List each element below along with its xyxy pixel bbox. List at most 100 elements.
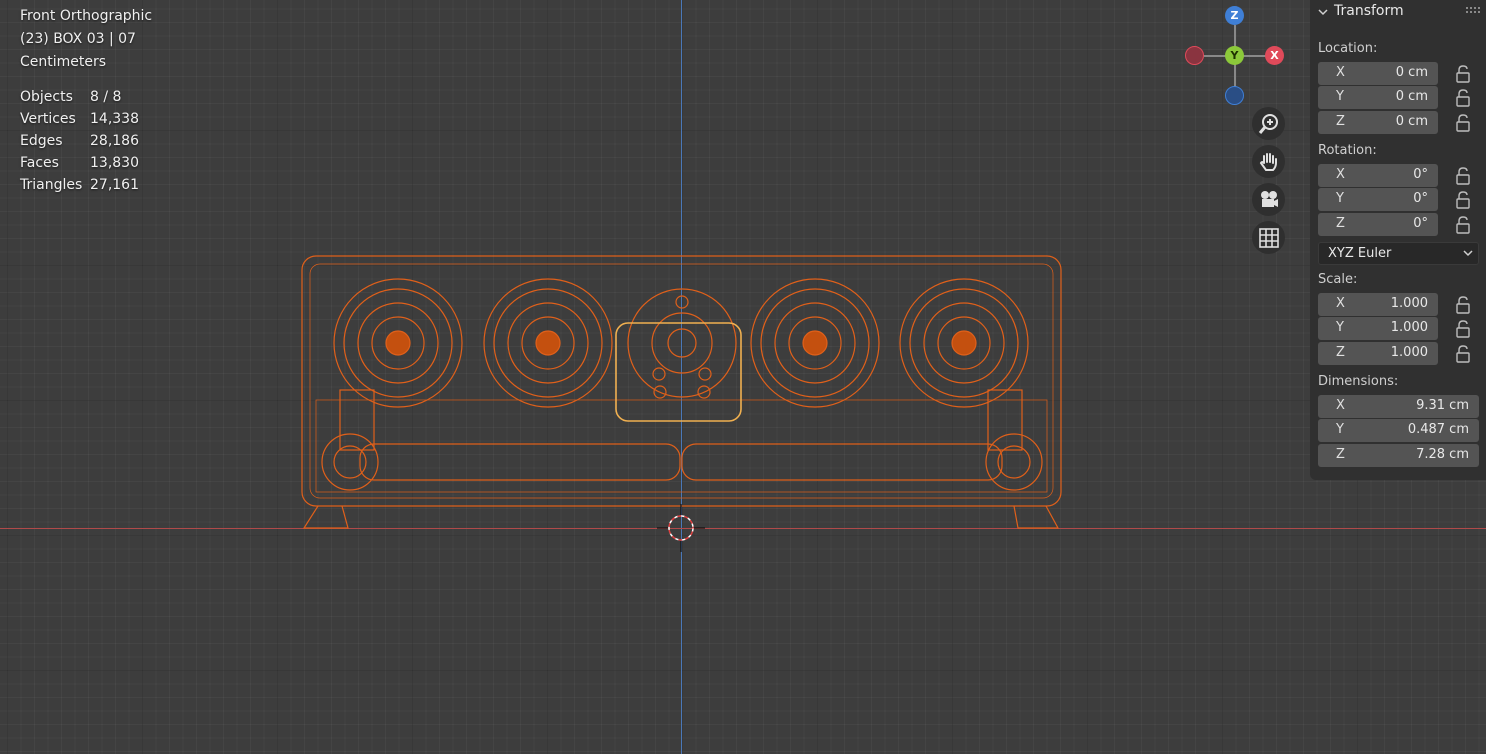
location-z-field[interactable]: Z 0 cm	[1318, 111, 1438, 134]
scale-x-field[interactable]: X 1.000	[1318, 293, 1438, 316]
field-value: 0°	[1413, 216, 1428, 231]
left-pipe-end-inner	[333, 445, 367, 479]
field-axis: Z	[1336, 114, 1345, 129]
rotation-mode-value: XYZ Euler	[1328, 246, 1392, 261]
field-value: 1.000	[1390, 320, 1428, 335]
lock-icon[interactable]	[1454, 190, 1474, 210]
lock-icon[interactable]	[1454, 88, 1474, 108]
rotation-y-field[interactable]: Y 0°	[1318, 188, 1438, 211]
location-x-field[interactable]: X 0 cm	[1318, 62, 1438, 85]
stat-value: 28,186	[90, 133, 139, 149]
field-axis: X	[1336, 398, 1345, 413]
lock-icon[interactable]	[1454, 295, 1474, 315]
transform-sidebar: Transform Location: X 0 cm Y 0 cm Z 0 cm Ro…	[1310, 0, 1486, 480]
field-axis: X	[1336, 65, 1345, 80]
viewport-info: Front Orthographic (23) BOX 03 | 07 Cent…	[20, 5, 152, 74]
rotation-label: Rotation:	[1318, 143, 1377, 158]
dimension-z-field[interactable]: Z 7.28 cm	[1318, 444, 1479, 467]
scale-y-field[interactable]: Y 1.000	[1318, 317, 1438, 340]
chevron-down-icon	[1318, 9, 1328, 16]
rotation-z-field[interactable]: Z 0°	[1318, 213, 1438, 236]
lock-icon[interactable]	[1454, 113, 1474, 133]
right-pipe-end-inner	[997, 445, 1031, 479]
left-pipe	[359, 443, 681, 481]
rotation-mode-select[interactable]: XYZ Euler	[1318, 242, 1479, 265]
stat-row: Triangles 27,161	[20, 174, 139, 196]
field-value: 0.487 cm	[1407, 422, 1469, 437]
lock-icon[interactable]	[1454, 166, 1474, 186]
speaker-1	[333, 278, 463, 408]
selected-panel	[615, 322, 742, 422]
left-pipe-end	[321, 433, 379, 491]
gizmo-y-axis[interactable]: Y	[1225, 46, 1244, 65]
gizmo-z-axis[interactable]: Z	[1225, 6, 1244, 25]
ortho-toggle-button[interactable]	[1252, 221, 1285, 254]
field-axis: Y	[1336, 191, 1344, 206]
field-value: 0°	[1413, 167, 1428, 182]
camera-view-button[interactable]	[1252, 183, 1285, 216]
location-y-field[interactable]: Y 0 cm	[1318, 86, 1438, 109]
stat-value: 14,338	[90, 111, 139, 127]
drag-handle-icon[interactable]	[1466, 7, 1480, 15]
scene-statistics: Objects 8 / 8 Vertices 14,338 Edges 28,186 …	[20, 86, 139, 196]
right-pipe	[681, 443, 1003, 481]
body-outline	[301, 255, 1062, 507]
lower-frame	[315, 399, 1048, 493]
field-value: 0 cm	[1395, 89, 1428, 104]
scale-z-field[interactable]: Z 1.000	[1318, 342, 1438, 365]
zoom-button[interactable]	[1252, 107, 1285, 140]
pan-button[interactable]	[1252, 145, 1285, 178]
stat-label: Faces	[20, 155, 59, 171]
dimension-y-field[interactable]: Y 0.487 cm	[1318, 419, 1479, 442]
stat-label: Objects	[20, 89, 73, 105]
lock-icon[interactable]	[1454, 64, 1474, 84]
panel-title: Transform	[1334, 3, 1404, 19]
field-axis: Y	[1336, 89, 1344, 104]
zoom-icon	[1258, 113, 1278, 134]
lock-icon[interactable]	[1454, 319, 1474, 339]
field-axis: X	[1336, 296, 1345, 311]
left-foot	[302, 505, 349, 529]
stat-label: Vertices	[20, 111, 76, 127]
units-label: Centimeters	[20, 54, 107, 70]
stat-value: 8 / 8	[90, 89, 122, 105]
lock-icon[interactable]	[1454, 215, 1474, 235]
speaker-3	[750, 278, 880, 408]
collection-info: (23) BOX 03 | 07	[20, 31, 136, 47]
lock-icon[interactable]	[1454, 344, 1474, 364]
field-value: 0 cm	[1395, 65, 1428, 80]
field-value: 0°	[1413, 191, 1428, 206]
gizmo-x-axis[interactable]: X	[1265, 46, 1284, 65]
field-axis: Z	[1336, 447, 1345, 462]
grid-icon	[1258, 227, 1279, 248]
location-label: Location:	[1318, 41, 1378, 56]
rotation-x-field[interactable]: X 0°	[1318, 164, 1438, 187]
field-value: 9.31 cm	[1416, 398, 1469, 413]
transform-panel-header[interactable]: Transform	[1310, 0, 1486, 24]
3d-cursor[interactable]	[657, 504, 705, 552]
gizmo-neg-z-axis[interactable]	[1225, 86, 1244, 105]
field-axis: Z	[1336, 216, 1345, 231]
pan-hand-icon	[1259, 152, 1277, 171]
camera-icon	[1260, 190, 1278, 207]
field-value: 1.000	[1390, 296, 1428, 311]
stat-value: 13,830	[90, 155, 139, 171]
view-name: Front Orthographic	[20, 8, 153, 24]
stat-row: Vertices 14,338	[20, 108, 139, 130]
speaker-4	[899, 278, 1029, 408]
field-axis: X	[1336, 167, 1345, 182]
stat-row: Faces 13,830	[20, 152, 139, 174]
stat-value: 27,161	[90, 177, 139, 193]
right-pipe-end	[985, 433, 1043, 491]
speaker-2	[483, 278, 613, 408]
field-axis: Y	[1336, 320, 1344, 335]
stat-label: Edges	[20, 133, 63, 149]
center-knob	[627, 288, 737, 399]
right-foot	[1013, 505, 1060, 529]
gizmo-neg-x-axis[interactable]	[1185, 46, 1204, 65]
3d-viewport[interactable]: Front Orthographic (23) BOX 03 | 07 Cent…	[0, 0, 1486, 754]
chevron-down-icon	[1463, 250, 1473, 257]
field-value: 7.28 cm	[1416, 447, 1469, 462]
field-value: 0 cm	[1395, 114, 1428, 129]
dimension-x-field[interactable]: X 9.31 cm	[1318, 395, 1479, 418]
